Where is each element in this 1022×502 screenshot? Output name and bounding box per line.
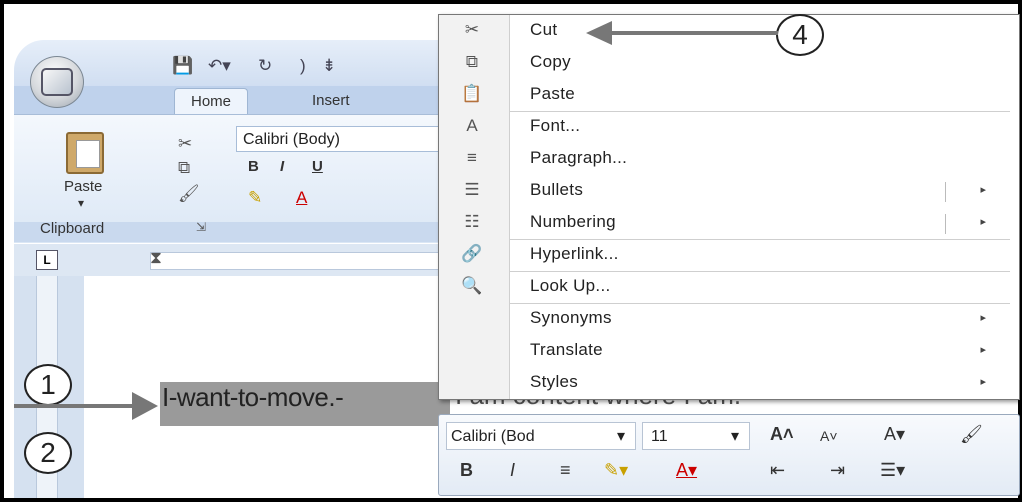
paste-dropdown-icon[interactable]: ▾ (78, 196, 84, 210)
qat-separator: ) (300, 56, 306, 75)
undo-icon[interactable]: ↶▾ (208, 56, 231, 76)
mini-font-name-box[interactable]: Calibri (Bod ▾ (446, 422, 636, 450)
highlight-icon[interactable]: ✎ (248, 188, 262, 208)
callout-arrow-1-line (14, 404, 134, 408)
mini-font-dropdown-icon[interactable]: ▾ (617, 423, 625, 451)
menu-item-label: Cut (530, 20, 558, 39)
menu-item-numbering[interactable]: ☷ Numbering ▸ (438, 208, 1018, 239)
menu-item-copy[interactable]: ⧉ Copy (438, 48, 1018, 79)
mini-size-dropdown-icon[interactable]: ▾ (731, 423, 739, 451)
menu-item-styles[interactable]: Styles ▸ (438, 368, 1018, 399)
hyperlink-icon: 🔗 (461, 244, 483, 263)
submenu-arrow-icon[interactable]: ▸ (980, 183, 986, 196)
redo-icon[interactable]: ↻ (258, 56, 272, 76)
tab-home[interactable]: Home (174, 88, 249, 115)
callout-arrow-4-line (610, 31, 778, 35)
copy-icon: ⧉ (465, 52, 479, 71)
menu-item-bullets[interactable]: ☰ Bullets ▸ (438, 176, 1018, 207)
menu-item-label: Translate (530, 340, 603, 359)
selected-text[interactable]: I-want-to-move.- (162, 382, 344, 413)
tab-selector-icon[interactable]: L (36, 250, 58, 270)
styles-icon[interactable]: A▾ (884, 424, 905, 445)
menu-item-label: Styles (530, 372, 579, 391)
office-button[interactable] (30, 56, 84, 108)
dialog-launcher-icon[interactable]: ⇲ (196, 220, 206, 234)
underline-button[interactable]: U (312, 158, 323, 175)
callout-step-1: 1 (24, 364, 72, 406)
increase-indent-icon[interactable]: ⇥ (830, 460, 845, 481)
menu-item-label: Synonyms (530, 308, 612, 327)
mini-font-name: Calibri (Bod (451, 428, 535, 445)
callout-step-2: 2 (24, 432, 72, 474)
submenu-arrow-icon[interactable]: ▸ (980, 375, 986, 388)
indent-marker-icon[interactable]: ⧗ (150, 248, 162, 268)
submenu-arrow-icon[interactable]: ▸ (980, 311, 986, 324)
paste-icon: 📋 (461, 84, 483, 103)
submenu-arrow-icon[interactable]: ▸ (980, 343, 986, 356)
menu-item-paragraph[interactable]: ≡ Paragraph... (438, 144, 1018, 175)
clipboard-paste-icon[interactable] (66, 132, 104, 174)
office-logo-icon (41, 68, 73, 96)
menu-item-label: Copy (530, 52, 571, 71)
split-divider (945, 182, 946, 202)
decrease-indent-icon[interactable]: ⇤ (770, 460, 785, 481)
tab-insert[interactable]: Insert (296, 88, 366, 114)
mini-font-size: 11 (651, 428, 668, 445)
mini-bullets-icon[interactable]: ☰▾ (880, 460, 905, 481)
grow-font-icon[interactable]: A˄ (770, 424, 794, 445)
callout-arrow-1-head (132, 392, 158, 420)
clipboard-group-label: Clipboard (40, 220, 105, 237)
save-icon[interactable]: 💾 (172, 56, 193, 76)
mini-highlight-icon[interactable]: ✎▾ (604, 460, 628, 481)
menu-item-label: Paragraph... (530, 148, 628, 167)
submenu-arrow-icon[interactable]: ▸ (980, 215, 986, 228)
font-name-box[interactable]: Calibri (Body) (236, 126, 446, 152)
format-painter-icon[interactable]: 🖌 (178, 184, 200, 204)
mini-center-icon[interactable]: ≡ (560, 460, 571, 481)
lookup-icon: 🔍 (461, 276, 483, 295)
numbering-icon: ☷ (464, 212, 480, 231)
menu-item-font[interactable]: A Font... (438, 112, 1018, 143)
font-color-icon[interactable]: A (296, 188, 307, 208)
mini-bold-icon[interactable]: B (460, 460, 473, 481)
paste-button-label[interactable]: Paste (64, 178, 102, 195)
customize-qat-icon[interactable]: ⇟ (322, 56, 336, 76)
split-divider (945, 214, 946, 234)
menu-item-label: Bullets (530, 180, 584, 199)
menu-item-label: Look Up... (530, 276, 611, 295)
menu-item-label: Numbering (530, 212, 616, 231)
menu-item-hyperlink[interactable]: 🔗 Hyperlink... (438, 240, 1018, 271)
menu-item-label: Paste (530, 84, 575, 103)
shrink-font-icon[interactable]: A˅ (820, 428, 838, 444)
mini-font-size-box[interactable]: 11 ▾ (642, 422, 750, 450)
menu-item-paste[interactable]: 📋 Paste (438, 80, 1018, 111)
font-icon: A (466, 116, 478, 135)
mini-font-color-icon[interactable]: A▾ (676, 460, 697, 481)
cut-icon[interactable]: ✂ (178, 134, 192, 154)
italic-button[interactable]: I (280, 158, 284, 175)
menu-item-label: Hyperlink... (530, 244, 619, 263)
ruler-scale (150, 252, 452, 270)
paragraph-icon: ≡ (467, 148, 477, 167)
bold-button[interactable]: B (248, 158, 259, 175)
mini-italic-icon[interactable]: I (510, 460, 515, 481)
scissors-icon: ✂ (464, 20, 480, 39)
mini-format-painter-icon[interactable]: 🖌 (960, 424, 983, 445)
bullets-icon: ☰ (464, 180, 480, 199)
menu-item-translate[interactable]: Translate ▸ (438, 336, 1018, 367)
callout-step-4: 4 (776, 14, 824, 56)
copy-icon[interactable]: ⧉ (178, 158, 190, 178)
menu-item-look-up[interactable]: 🔍 Look Up... (438, 272, 1018, 303)
callout-arrow-4-head (586, 21, 612, 45)
menu-item-synonyms[interactable]: Synonyms ▸ (438, 304, 1018, 335)
menu-item-label: Font... (530, 116, 581, 135)
